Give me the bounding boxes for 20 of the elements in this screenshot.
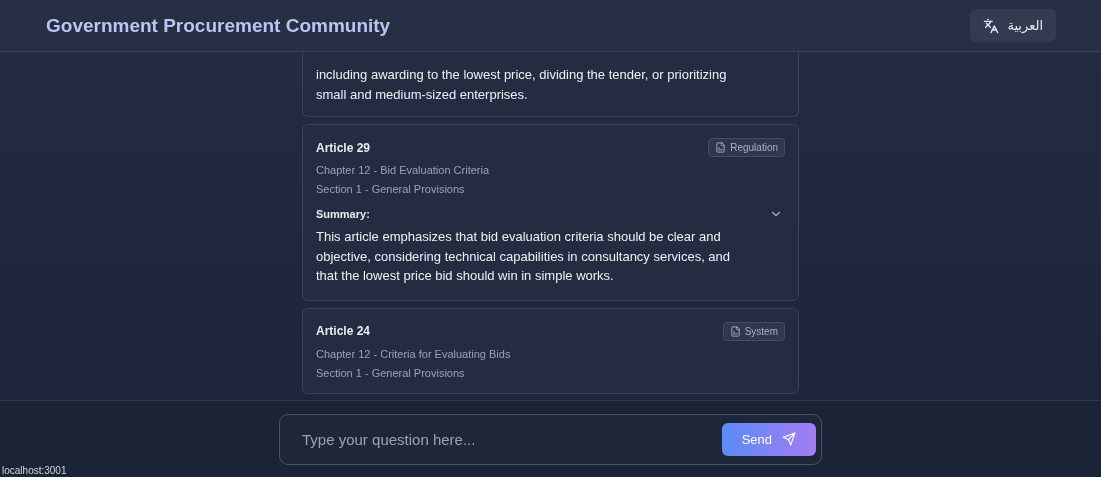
summary-label: Summary: (316, 208, 370, 220)
status-url: localhost:3001 (2, 465, 67, 476)
summary-text: This article emphasizes that bid evaluation criteria should be clear and objective, considering technical capabilities in consultancy services, and that the lowest price bid should win in simple works. (316, 228, 732, 285)
chapter-text: Chapter 12 - Bid Evaluation Criteria (316, 164, 491, 176)
translate-icon (983, 17, 1000, 34)
section-text: Section 1 - General Provisions (316, 366, 466, 379)
document-icon (715, 142, 727, 153)
question-field[interactable]: Type your question here... Send (279, 413, 822, 465)
article-title: Article 29 (316, 140, 371, 155)
section-text: Section 1 - General Provisions (316, 183, 466, 195)
send-button[interactable]: Send (721, 422, 816, 456)
send-icon (782, 432, 796, 446)
article-title: Article 24 (316, 324, 371, 338)
category-badge: System (722, 321, 785, 341)
chapter-text: Chapter 12 - Criteria for Evaluating Bids (316, 347, 512, 360)
language-button[interactable]: العربية (970, 9, 1056, 42)
category-badge: Regulation (708, 138, 785, 157)
document-icon (729, 325, 741, 337)
summary-text: including awarding to the lowest price, dividing the tender, or prioritizing small and medium-sized enterprises. (316, 66, 728, 104)
app-title: Government Procurement Community (46, 14, 391, 37)
